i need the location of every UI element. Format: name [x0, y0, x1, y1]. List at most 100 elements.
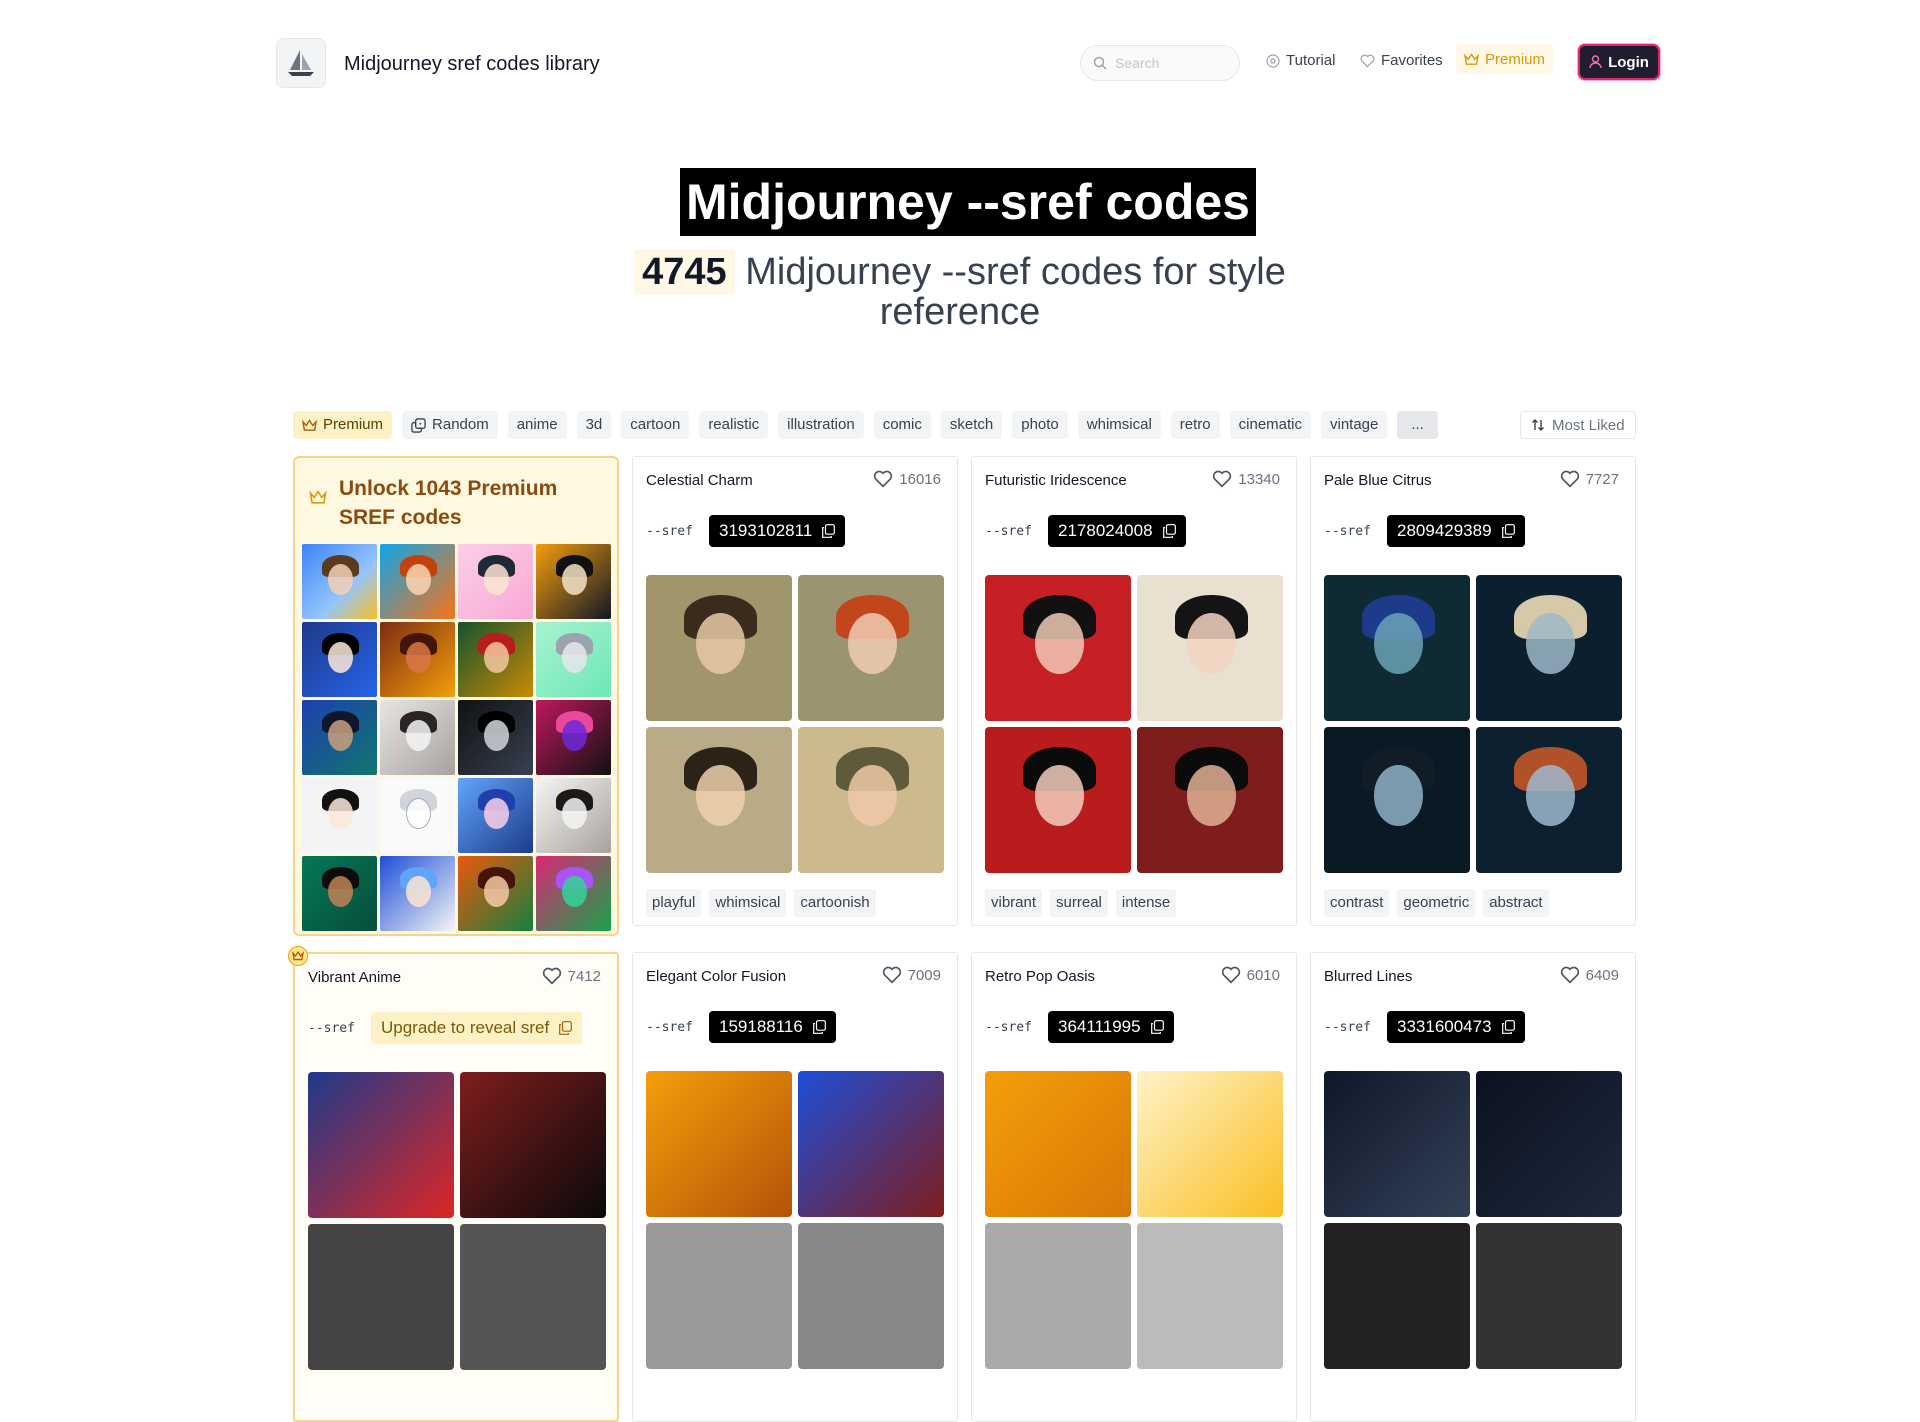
card-thumb: [1476, 727, 1622, 873]
sref-code: 364111995: [1058, 1017, 1141, 1036]
card-image-grid[interactable]: [985, 575, 1285, 875]
card-image-grid[interactable]: [1324, 575, 1624, 875]
like-button[interactable]: 7727: [1560, 470, 1619, 488]
tag-realistic[interactable]: realistic: [699, 411, 769, 439]
login-label: Login: [1608, 53, 1649, 71]
like-button[interactable]: 6010: [1221, 966, 1280, 984]
promo-thumb: [302, 856, 377, 931]
sref-code-copy[interactable]: 2809429389: [1387, 515, 1525, 547]
card-tags: vibrant surreal intense: [985, 889, 1177, 917]
card-tag[interactable]: intense: [1115, 889, 1177, 917]
copy-icon: [1150, 1020, 1164, 1034]
tag-sketch[interactable]: sketch: [940, 411, 1003, 439]
tag-illustration[interactable]: illustration: [778, 411, 864, 439]
code-count: 4745: [634, 249, 735, 295]
tag-retro[interactable]: retro: [1170, 411, 1220, 439]
heart-icon: [542, 967, 561, 985]
card-tag[interactable]: playful: [646, 889, 702, 917]
nav-premium-label: Premium: [1485, 50, 1546, 68]
site-logo[interactable]: [276, 38, 326, 88]
sref-code-copy[interactable]: 3193102811: [709, 515, 846, 547]
card-thumb: [798, 575, 944, 721]
sref-card[interactable]: Celestial Charm 16016 --sref 3193102811 …: [632, 456, 958, 926]
card-thumb: [646, 1223, 792, 1369]
card-image-grid[interactable]: [646, 575, 946, 875]
sref-card[interactable]: Elegant Color Fusion 7009 --sref 1591881…: [632, 952, 958, 1422]
promo-thumb: [380, 778, 455, 853]
tag-cartoon[interactable]: cartoon: [621, 411, 690, 439]
sref-card-premium[interactable]: Vibrant Anime 7412 --sref Upgrade to rev…: [293, 952, 619, 1422]
like-button[interactable]: 13340: [1212, 470, 1280, 488]
copy-icon: [1162, 524, 1176, 538]
nav-tutorial[interactable]: Tutorial: [1266, 52, 1335, 69]
card-thumb: [646, 575, 792, 721]
tag-premium[interactable]: Premium: [293, 411, 393, 439]
card-tag[interactable]: surreal: [1050, 889, 1108, 917]
search-box[interactable]: [1080, 45, 1240, 81]
heart-icon: [874, 470, 893, 488]
sref-card[interactable]: Retro Pop Oasis 6010 --sref 364111995: [971, 952, 1297, 1422]
card-tag[interactable]: vibrant: [985, 889, 1043, 917]
site-title[interactable]: Midjourney sref codes library: [344, 53, 600, 76]
sref-code-copy[interactable]: 159188116: [709, 1011, 836, 1043]
like-button[interactable]: 7412: [542, 967, 601, 985]
sref-card[interactable]: Futuristic Iridescence 13340 --sref 2178…: [971, 456, 1297, 926]
crown-icon: [309, 490, 327, 504]
card-thumb: [1476, 575, 1622, 721]
info-icon: [1266, 53, 1280, 68]
tag-photo[interactable]: photo: [1012, 411, 1068, 439]
sref-label: --sref: [646, 1020, 693, 1035]
page-subtitle-text: Midjourney --sref codes for style refere…: [745, 251, 1286, 333]
sref-label: --sref: [646, 524, 693, 539]
tag-whimsical[interactable]: whimsical: [1077, 411, 1161, 439]
like-button[interactable]: 7009: [882, 966, 941, 984]
nav-premium[interactable]: Premium: [1456, 44, 1554, 74]
sref-code-copy[interactable]: 364111995: [1048, 1011, 1174, 1043]
premium-promo-card[interactable]: Unlock 1043 Premium SREF codes: [293, 456, 619, 936]
sort-dropdown[interactable]: Most Liked: [1520, 411, 1636, 439]
card-tag[interactable]: abstract: [1483, 889, 1549, 917]
card-thumb: [1324, 727, 1470, 873]
tag-anime[interactable]: anime: [507, 411, 567, 439]
card-title: Celestial Charm: [646, 472, 753, 489]
sort-icon: [1532, 419, 1544, 431]
heart-icon: [1360, 54, 1375, 68]
promo-image-grid: [302, 544, 612, 931]
like-button[interactable]: 16016: [873, 470, 941, 488]
promo-thumb: [458, 544, 533, 619]
card-tag[interactable]: whimsical: [709, 889, 787, 917]
sailboat-icon: [288, 50, 314, 76]
promo-thumb: [302, 700, 377, 775]
card-thumb: [798, 1071, 944, 1217]
tag-comic[interactable]: comic: [873, 411, 931, 439]
tag-3d[interactable]: 3d: [576, 411, 612, 439]
tag-vintage[interactable]: vintage: [1321, 411, 1388, 439]
tag-cinematic[interactable]: cinematic: [1229, 411, 1311, 439]
sref-code-copy[interactable]: 2178024008: [1048, 515, 1186, 547]
card-image-grid[interactable]: [985, 1071, 1285, 1371]
card-thumb: [985, 575, 1131, 721]
card-tags: playful whimsical cartoonish: [646, 889, 876, 917]
card-thumb: [646, 727, 792, 873]
search-input[interactable]: [1115, 55, 1225, 71]
like-button[interactable]: 6409: [1560, 966, 1619, 984]
nav-favorites[interactable]: Favorites: [1360, 52, 1443, 69]
card-image-grid[interactable]: [308, 1072, 608, 1372]
heart-icon: [882, 966, 901, 984]
tag-more[interactable]: ...: [1397, 411, 1438, 439]
sref-label: --sref: [985, 524, 1032, 539]
login-button[interactable]: Login: [1578, 44, 1660, 80]
tag-random[interactable]: Random: [402, 411, 498, 439]
card-tag[interactable]: contrast: [1324, 889, 1390, 917]
card-image-grid[interactable]: [1324, 1071, 1624, 1371]
card-thumb: [1137, 1223, 1283, 1369]
sref-card[interactable]: Blurred Lines 6409 --sref 3331600473: [1310, 952, 1636, 1422]
card-tag[interactable]: cartoonish: [794, 889, 876, 917]
sref-card[interactable]: Pale Blue Citrus 7727 --sref 2809429389 …: [1310, 456, 1636, 926]
sref-code-copy[interactable]: 3331600473: [1387, 1011, 1525, 1043]
card-tags: contrast geometric abstract: [1324, 889, 1549, 917]
card-image-grid[interactable]: [646, 1071, 946, 1371]
card-tag[interactable]: geometric: [1397, 889, 1476, 917]
upgrade-to-reveal-button[interactable]: Upgrade to reveal sref: [371, 1012, 583, 1044]
crown-icon: [292, 951, 304, 961]
